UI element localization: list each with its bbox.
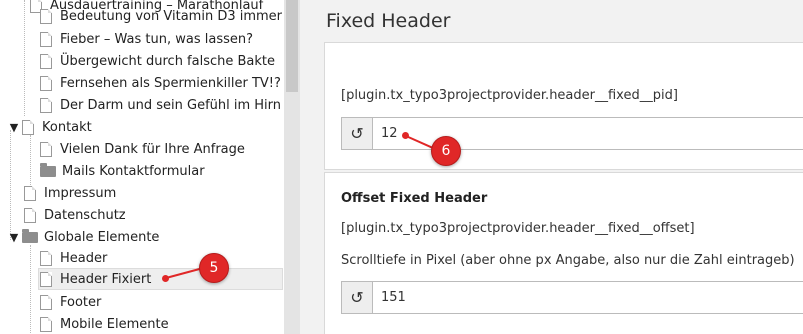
- tree-item-label: Header Fixiert: [60, 271, 152, 287]
- page-icon: [40, 271, 52, 287]
- page-icon: [40, 141, 52, 157]
- tree-scrollbar-thumb[interactable]: [286, 0, 298, 92]
- page-icon: [40, 294, 52, 310]
- collapse-toggle-icon[interactable]: ▼: [8, 231, 20, 244]
- tree-item-label: Mobile Elemente: [60, 316, 169, 332]
- tree-item-label: Impressum: [44, 185, 117, 201]
- page-icon: [40, 316, 52, 332]
- annotation-marker-5: 5: [199, 253, 229, 283]
- tree-item-datenschutz[interactable]: Datenschutz: [24, 204, 126, 226]
- page-icon: [40, 31, 52, 47]
- constant-key-label: [plugin.tx_typo3projectprovider.header__…: [341, 221, 695, 236]
- tree-item-label: Fernsehen als Spermienkiller TV!?: [60, 75, 281, 91]
- tree-item-label: Bedeutung von Vitamin D3 immer: [60, 8, 283, 24]
- field-panel-offset: Offset Fixed Header [plugin.tx_typo3proj…: [324, 172, 803, 334]
- tree-item[interactable]: Der Darm und sein Gefühl im Hirn: [40, 94, 281, 116]
- annotation-marker-6: 6: [431, 136, 461, 166]
- page-icon: [40, 75, 52, 91]
- tree-item-label: Mails Kontaktformular: [62, 163, 205, 179]
- folder-icon: [40, 162, 56, 177]
- offset-input[interactable]: 151: [373, 281, 803, 314]
- tree-item[interactable]: Fernsehen als Spermienkiller TV!?: [40, 72, 281, 94]
- tree-item-label: Kontakt: [42, 119, 92, 135]
- field-title: Offset Fixed Header: [341, 191, 488, 206]
- page-title: Fixed Header: [326, 10, 451, 32]
- tree-guide: [10, 130, 11, 240]
- tree-guide: [30, 135, 31, 185]
- tree-item-label: Vielen Dank für Ihre Anfrage: [60, 141, 245, 157]
- page-tree: Ausdauertraining – Marathonlauf Bedeutun…: [0, 0, 284, 334]
- tree-item-label: Fieber – Was tun, was lassen?: [60, 31, 254, 47]
- page-icon: [24, 207, 36, 223]
- reset-button[interactable]: ↺: [341, 117, 373, 150]
- content-area: Fixed Header [plugin.tx_typo3projectprov…: [300, 0, 803, 334]
- tree-scrollbar[interactable]: [284, 0, 300, 334]
- reset-button[interactable]: ↺: [341, 281, 373, 314]
- page-icon: [40, 250, 52, 266]
- tree-guide: [30, 245, 31, 334]
- page-icon: [40, 53, 52, 69]
- tree-item-kontakt[interactable]: ▼ Kontakt: [8, 116, 92, 138]
- tree-item[interactable]: Bedeutung von Vitamin D3 immer: [40, 5, 282, 27]
- reset-icon: ↺: [350, 288, 364, 307]
- constant-key-label: [plugin.tx_typo3projectprovider.header__…: [341, 88, 678, 103]
- tree-item-footer[interactable]: Footer: [40, 291, 101, 313]
- offset-input-group: ↺ 151: [341, 281, 803, 314]
- field-help-text: Scrolltiefe in Pixel (aber ohne px Angab…: [341, 253, 795, 268]
- collapse-toggle-icon[interactable]: ▼: [8, 121, 20, 134]
- tree-item[interactable]: Übergewicht durch falsche Bakte: [40, 50, 275, 72]
- pid-input-group: ↺ 12: [341, 117, 803, 150]
- tree-guide: [24, 0, 25, 116]
- page-icon: [24, 185, 36, 201]
- tree-item-header[interactable]: Header: [40, 247, 107, 269]
- tree-item[interactable]: Mails Kontaktformular: [40, 160, 205, 182]
- page-icon: [40, 8, 52, 24]
- tree-item-label: Header: [60, 250, 108, 266]
- tree-item-header-fixiert[interactable]: Header Fixiert: [38, 268, 283, 290]
- tree-item-label: Der Darm und sein Gefühl im Hirn: [60, 97, 282, 113]
- tree-item-impressum[interactable]: Impressum: [24, 182, 116, 204]
- folder-icon: [22, 228, 38, 243]
- tree-item-mobile-elemente[interactable]: Mobile Elemente: [40, 313, 169, 334]
- tree-item-label: Datenschutz: [44, 207, 126, 223]
- tree-item-globale-elemente[interactable]: ▼ Globale Elemente: [8, 226, 159, 248]
- tree-item-label: Footer: [60, 294, 102, 310]
- page-icon: [22, 119, 34, 135]
- tree-item[interactable]: Vielen Dank für Ihre Anfrage: [40, 138, 245, 160]
- page-icon: [40, 97, 52, 113]
- field-panel-pid: [plugin.tx_typo3projectprovider.header__…: [324, 42, 803, 170]
- tree-item-label: Übergewicht durch falsche Bakte: [60, 53, 276, 69]
- tree-item[interactable]: Fieber – Was tun, was lassen?: [40, 28, 253, 50]
- tree-item-label: Globale Elemente: [44, 229, 160, 245]
- reset-icon: ↺: [350, 124, 364, 143]
